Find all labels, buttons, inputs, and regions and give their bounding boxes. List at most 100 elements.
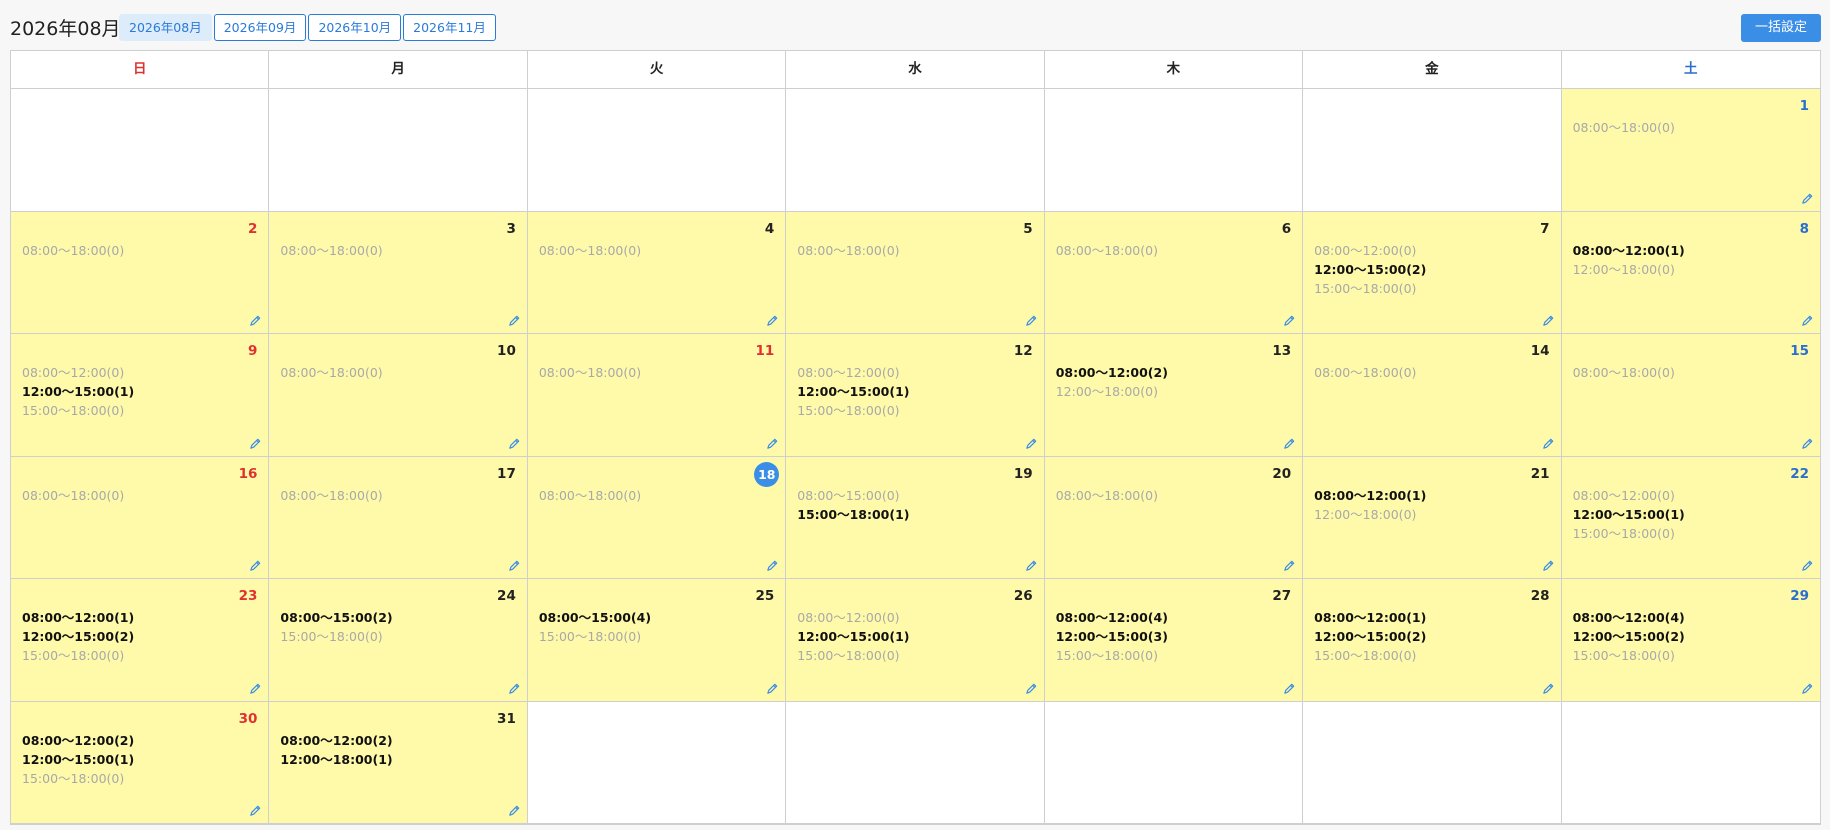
- day-cell[interactable]: 4 08:00〜18:00(0): [527, 211, 787, 334]
- pencil-icon[interactable]: [508, 559, 521, 572]
- time-slot: 15:00〜18:00(0): [797, 403, 900, 418]
- pencil-icon[interactable]: [1283, 314, 1296, 327]
- pencil-icon[interactable]: [1801, 559, 1814, 572]
- day-cell[interactable]: 30 08:00〜12:00(2) 12:00〜15:00(1) 15:00〜18:0…: [11, 701, 270, 824]
- pencil-icon[interactable]: [1542, 437, 1555, 450]
- day-cell[interactable]: 15 08:00〜18:00(0): [1561, 334, 1820, 457]
- day-number: 7: [1540, 220, 1550, 237]
- weekday-sunday: 日: [11, 51, 270, 88]
- pencil-icon[interactable]: [249, 804, 262, 817]
- day-cell[interactable]: 3 08:00〜18:00(0): [269, 211, 528, 334]
- pencil-icon[interactable]: [1283, 437, 1296, 450]
- time-slot-booked: 12:00〜15:00(2): [1572, 629, 1685, 644]
- day-cell[interactable]: 5 08:00〜18:00(0): [786, 211, 1045, 334]
- day-cell[interactable]: 12 08:00〜12:00(0) 12:00〜15:00(1) 15:00〜18:0…: [786, 334, 1045, 457]
- pencil-icon[interactable]: [1542, 682, 1555, 695]
- month-tab-1[interactable]: 2026年09月: [213, 14, 307, 41]
- time-slot: 15:00〜18:00(0): [22, 770, 125, 786]
- day-cell[interactable]: 28 08:00〜12:00(1) 12:00〜15:00(2) 15:00〜18:0…: [1303, 579, 1562, 702]
- pencil-icon[interactable]: [249, 682, 262, 695]
- day-number: 13: [1272, 343, 1292, 359]
- day-number: 22: [1790, 465, 1809, 482]
- day-cell[interactable]: 31 08:00〜12:00(2) 12:00〜18:00(1): [269, 701, 528, 824]
- pencil-icon[interactable]: [249, 559, 262, 572]
- today-day-number: 18: [754, 461, 780, 487]
- pencil-icon[interactable]: [1025, 437, 1038, 450]
- slot-list: 08:00〜15:00(4) 15:00〜18:00(0): [539, 608, 779, 646]
- time-slot-booked: 08:00〜12:00(2): [22, 732, 135, 748]
- calendar: 日 月 火 水 木 金 土 1 08:00〜18:00(0) 2 08:00〜18:0…: [10, 50, 1821, 825]
- day-cell[interactable]: 27 08:00〜12:00(4) 12:00〜15:00(3) 15:00〜18:0…: [1044, 579, 1304, 702]
- day-cell[interactable]: 24 08:00〜15:00(2) 15:00〜18:00(0): [269, 579, 528, 702]
- slot-list: 08:00〜15:00(0) 15:00〜18:00(1): [797, 486, 1037, 524]
- time-slot: 08:00〜18:00(0): [1314, 365, 1417, 380]
- pencil-icon[interactable]: [1025, 682, 1038, 695]
- day-cell[interactable]: 29 08:00〜12:00(4) 12:00〜15:00(2) 15:00〜18:0…: [1561, 579, 1820, 702]
- day-cell[interactable]: 21 08:00〜12:00(1) 12:00〜18:00(0): [1303, 456, 1562, 579]
- day-cell[interactable]: 23 08:00〜12:00(1) 12:00〜15:00(2) 15:00〜18:0…: [11, 579, 270, 702]
- pencil-icon[interactable]: [1801, 314, 1814, 327]
- time-slot-booked: 08:00〜12:00(1): [1314, 610, 1427, 625]
- pencil-icon[interactable]: [1801, 437, 1814, 450]
- time-slot-booked: 12:00〜15:00(2): [22, 629, 135, 644]
- day-number: 12: [1013, 343, 1033, 359]
- time-slot: 15:00〜18:00(0): [1572, 525, 1675, 541]
- pencil-icon[interactable]: [1801, 192, 1814, 205]
- day-cell[interactable]: 16 08:00〜18:00(0): [11, 456, 270, 579]
- pencil-icon[interactable]: [249, 437, 262, 450]
- day-cell[interactable]: 22 08:00〜12:00(0) 12:00〜15:00(1) 15:00〜18:0…: [1561, 456, 1820, 579]
- pencil-icon[interactable]: [1025, 314, 1038, 327]
- toolbar: 2026年08月 2026年08月 2026年09月 2026年10月 2026…: [0, 0, 1830, 50]
- bulk-settings-button[interactable]: 一括設定: [1740, 14, 1821, 42]
- day-cell[interactable]: 6 08:00〜18:00(0): [1044, 211, 1304, 334]
- time-slot: 12:00〜18:00(0): [1314, 506, 1417, 522]
- day-number: 30: [238, 710, 258, 727]
- time-slot: 08:00〜18:00(0): [538, 487, 642, 503]
- pencil-icon[interactable]: [1025, 559, 1038, 572]
- day-number: 14: [1530, 343, 1550, 359]
- slot-list: 08:00〜18:00(0): [539, 241, 779, 260]
- month-tab-2[interactable]: 2026年10月: [308, 14, 402, 41]
- empty-day-cell: [11, 89, 270, 212]
- pencil-icon[interactable]: [766, 682, 779, 695]
- slot-list: 08:00〜18:00(0): [280, 486, 520, 505]
- pencil-icon[interactable]: [1801, 682, 1814, 695]
- day-cell[interactable]: 11 08:00〜18:00(0): [527, 334, 787, 457]
- day-cell[interactable]: 7 08:00〜12:00(0) 12:00〜15:00(2) 15:00〜18:00…: [1303, 211, 1562, 334]
- day-cell[interactable]: 2 08:00〜18:00(0): [11, 211, 270, 334]
- time-slot-booked: 12:00〜15:00(1): [22, 384, 135, 399]
- month-tab-0[interactable]: 2026年08月: [119, 14, 212, 41]
- day-cell[interactable]: 26 08:00〜12:00(0) 12:00〜15:00(1) 15:00〜18:0…: [786, 579, 1045, 702]
- day-cell[interactable]: 20 08:00〜18:00(0): [1044, 456, 1304, 579]
- time-slot: 15:00〜18:00(0): [1055, 648, 1158, 663]
- day-cell[interactable]: 9 08:00〜12:00(0) 12:00〜15:00(1) 15:00〜18:00…: [11, 334, 270, 457]
- day-cell[interactable]: 1 08:00〜18:00(0): [1561, 89, 1820, 212]
- month-tab-3[interactable]: 2026年11月: [403, 14, 496, 41]
- day-cell[interactable]: 13 08:00〜12:00(2) 12:00〜18:00(0): [1044, 334, 1304, 457]
- pencil-icon[interactable]: [1283, 559, 1296, 572]
- empty-day-cell: [786, 89, 1045, 212]
- day-cell[interactable]: 18 08:00〜18:00(0): [527, 456, 787, 579]
- pencil-icon[interactable]: [766, 437, 779, 450]
- pencil-icon[interactable]: [766, 314, 779, 327]
- day-cell[interactable]: 25 08:00〜15:00(4) 15:00〜18:00(0): [527, 579, 787, 702]
- slot-list: 08:00〜12:00(1) 12:00〜18:00(0): [1314, 486, 1554, 524]
- day-cell[interactable]: 14 08:00〜18:00(0): [1303, 334, 1562, 457]
- pencil-icon[interactable]: [766, 559, 779, 572]
- day-number: 24: [497, 588, 516, 604]
- day-cell[interactable]: 10 08:00〜18:00(0): [269, 334, 528, 457]
- pencil-icon[interactable]: [508, 437, 521, 450]
- pencil-icon[interactable]: [508, 314, 521, 327]
- pencil-icon[interactable]: [1283, 682, 1296, 695]
- day-cell[interactable]: 19 08:00〜15:00(0) 15:00〜18:00(1): [786, 456, 1045, 579]
- slot-list: 08:00〜18:00(0): [280, 241, 520, 260]
- time-slot-booked: 12:00〜15:00(3): [1055, 629, 1168, 644]
- pencil-icon[interactable]: [508, 682, 521, 695]
- pencil-icon[interactable]: [508, 804, 521, 817]
- day-cell[interactable]: 17 08:00〜18:00(0): [269, 456, 528, 579]
- pencil-icon[interactable]: [1542, 314, 1555, 327]
- pencil-icon[interactable]: [249, 314, 262, 327]
- pencil-icon[interactable]: [1542, 559, 1555, 572]
- weekday-thursday: 木: [1045, 51, 1304, 88]
- day-cell[interactable]: 8 08:00〜12:00(1) 12:00〜18:00(0): [1561, 211, 1820, 334]
